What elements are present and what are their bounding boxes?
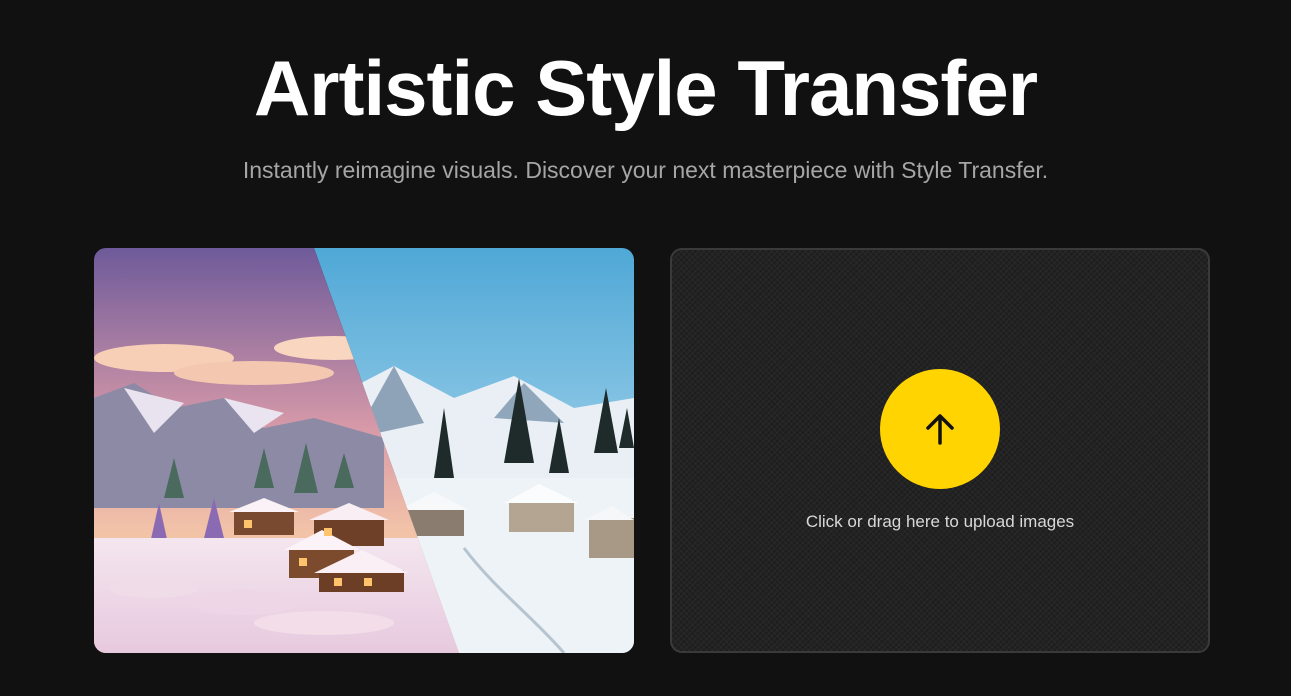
upload-dropzone[interactable]: Click or drag here to upload images (670, 248, 1210, 653)
upload-button[interactable] (880, 369, 1000, 489)
upload-hint: Click or drag here to upload images (805, 512, 1075, 531)
style-transfer-preview-image (94, 248, 634, 653)
page-subtitle: Instantly reimagine visuals. Discover yo… (242, 157, 1049, 183)
arrow-up-icon (926, 414, 954, 445)
page: Artistic Style Transfer Instantly reimag… (0, 0, 1291, 696)
page-title: Artistic Style Transfer (253, 44, 1038, 132)
